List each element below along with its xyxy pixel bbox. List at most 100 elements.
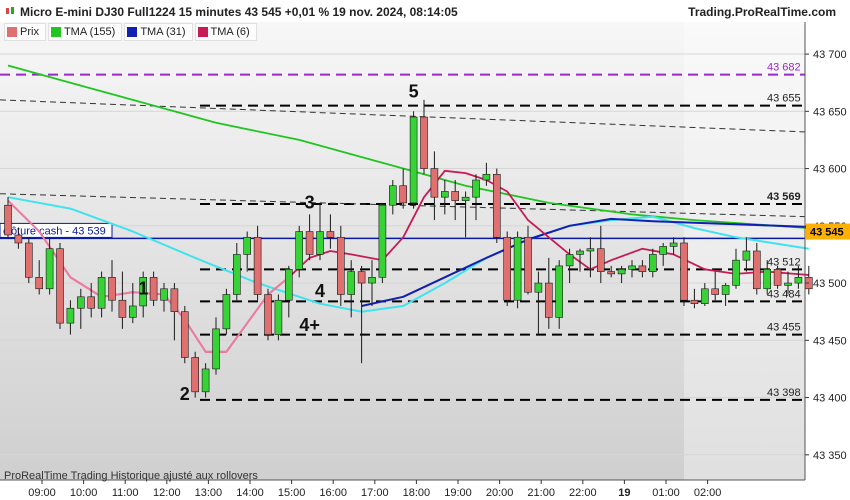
candle-body[interactable] [222,294,231,330]
x-tick-label: 09:00 [28,487,56,499]
candle-body[interactable] [212,328,220,370]
candle-body[interactable] [4,204,12,236]
candle-body[interactable] [191,357,199,393]
candle-body[interactable] [316,231,324,255]
candle-body[interactable] [732,259,740,286]
price-chart[interactable]: 43 68243 65543 56943 51243 48443 45543 3… [0,0,850,500]
legend-item-tma-155[interactable]: TMA (155) [47,23,123,41]
candle-body[interactable] [742,250,751,261]
candle-body[interactable] [97,277,106,309]
level-label: 43 455 [767,322,801,334]
candle-body[interactable] [274,299,283,335]
candle-body[interactable] [700,288,709,304]
candle-body[interactable] [129,305,137,318]
candle-body[interactable] [181,311,189,358]
chart-title: Micro E-mini DJ30 Full1224 15 minutes 43… [20,5,458,19]
candle-body[interactable] [24,242,33,278]
candle-body[interactable] [77,296,85,309]
candle-body[interactable] [170,288,179,312]
candle-body[interactable] [472,179,480,198]
candle-body[interactable] [451,191,460,201]
legend-item-tma-6[interactable]: TMA (6) [194,23,257,41]
candle-body[interactable] [160,288,168,301]
candle-body[interactable] [347,271,356,295]
candle-body[interactable] [669,242,678,247]
y-tick-label: 43 350 [813,450,847,462]
candle-body[interactable] [503,236,512,301]
candle-body[interactable] [378,204,387,278]
candle-body[interactable] [264,294,272,335]
candle-body[interactable] [596,248,605,272]
candle-body[interactable] [794,277,803,284]
candle-body[interactable] [243,236,251,255]
candle-body[interactable] [638,265,647,272]
wave-label: 5 [409,82,419,102]
candle-body[interactable] [513,236,522,301]
legend-item-tma-31[interactable]: TMA (31) [124,23,193,41]
x-tick-label: 18:00 [403,487,431,499]
candle-body[interactable] [118,299,127,318]
candle-body[interactable] [368,277,376,284]
candle-body[interactable] [295,231,304,270]
candle-body[interactable] [35,277,44,290]
candle-body[interactable] [773,269,782,286]
level-label: 43 682 [767,62,801,74]
x-tick-label: 14:00 [236,487,264,499]
candle-body[interactable] [326,231,335,238]
legend-label: TMA (155) [63,26,116,38]
x-tick-label: 10:00 [70,487,98,499]
candle-body[interactable] [763,269,772,290]
candle-body[interactable] [284,269,293,301]
candle-body[interactable] [752,250,761,290]
candle-body[interactable] [440,191,449,198]
candle-body[interactable] [711,288,720,295]
candle-body[interactable] [617,269,626,275]
candle-body[interactable] [784,282,792,286]
candle-body[interactable] [336,236,345,295]
legend-label: TMA (31) [140,26,186,38]
legend-item-prix[interactable]: Prix [4,23,46,41]
candle-body[interactable] [659,246,668,255]
candle-body[interactable] [66,307,75,324]
candle-body[interactable] [399,185,408,204]
candle-body[interactable] [14,234,23,244]
candle-body[interactable] [492,173,501,238]
level-label: 43 484 [767,288,801,300]
candle-body[interactable] [544,282,553,318]
candle-body[interactable] [420,116,428,169]
candle-body[interactable] [56,248,64,324]
wave-label: 2 [180,384,190,404]
candle-body[interactable] [565,254,574,267]
candle-body[interactable] [430,168,439,198]
candle-body[interactable] [409,116,418,204]
candle-body[interactable] [201,368,210,393]
candle-body[interactable] [524,236,532,293]
candle-body[interactable] [482,173,491,181]
y-tick-label: 43 450 [813,335,847,347]
candle-body[interactable] [87,296,95,309]
candle-body[interactable] [461,196,470,201]
level-label: 43 655 [767,93,801,105]
candle-body[interactable] [357,271,366,284]
candle-body[interactable] [108,277,116,301]
candle-body[interactable] [690,299,699,304]
legend: Prix TMA (155) TMA (31) TMA (6) [4,23,259,41]
candle-body[interactable] [555,265,564,318]
candle-body[interactable] [253,236,262,295]
candle-body[interactable] [45,248,54,290]
candle-body[interactable] [233,254,241,295]
candle-body[interactable] [149,277,158,301]
wave-label: 4+ [299,315,320,335]
candle-body[interactable] [388,185,397,206]
candle-body[interactable] [721,285,730,295]
wave-label: 3 [305,193,315,213]
candle-body[interactable] [628,265,636,270]
level-label: 43 398 [767,387,801,399]
candle-body[interactable] [607,271,616,275]
candle-body[interactable] [680,242,688,301]
candle-body[interactable] [648,254,657,272]
candle-body[interactable] [586,248,595,252]
candle-body[interactable] [534,282,543,293]
candle-body[interactable] [576,250,584,255]
candle-body[interactable] [305,231,314,255]
